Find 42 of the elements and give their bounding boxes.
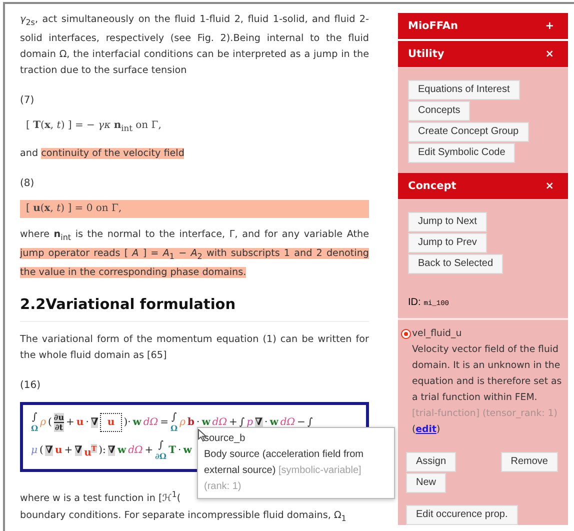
tooltip-title: source_b <box>204 432 246 446</box>
panel-button[interactable]: Equations of Interest <box>408 80 520 100</box>
paren-text: ( <box>412 424 416 435</box>
edit-occurrence-button[interactable]: Edit occurence prop. <box>406 505 518 525</box>
section-heading: 2.2Variational formulation <box>20 294 369 322</box>
panel-button[interactable]: Edit Symbolic Code <box>408 143 516 163</box>
panel-header[interactable]: Concept × <box>398 173 568 200</box>
edit-link[interactable]: edit <box>416 424 436 435</box>
paragraph-text: and continuity of the velocity field <box>20 146 186 161</box>
panel-header[interactable]: MioFFAn + <box>398 13 568 41</box>
panel-button[interactable]: Jump to Next <box>408 212 487 232</box>
equation: [ u(x, t) ] = 0 on Γ, <box>20 200 369 218</box>
concept-button[interactable]: New <box>406 473 446 493</box>
paragraph-text: where n$_{int}$ is the normal to the interface, Γ, and for any variable Athe jump operator reads [ A ] = A$_{1}$ − A$_{2}$ with subscripts 1 and 2 denoting the value in the corresponding phase domains. <box>20 228 369 280</box>
concept-button[interactable]: Assign <box>406 452 456 472</box>
paren-text: ) <box>436 424 440 435</box>
concept-description: Velocity vector field of the fluid domain. It is an unknown in the equation and is therefore set as a trial function within FEM. <box>412 343 563 405</box>
panel-button[interactable]: Back to Selected <box>408 254 504 274</box>
close-button[interactable]: × <box>545 180 554 192</box>
paragraph-text: where w is a test function in [ℋ$^{1}$( <box>20 488 181 506</box>
concept-meta: [trial-function] (tensor_rank: 1) <box>412 407 558 421</box>
close-button[interactable]: × <box>545 48 554 60</box>
concept-button[interactable]: Remove <box>500 452 558 472</box>
concept-name: vel_fluid_u <box>412 327 462 341</box>
id-label: ID: <box>408 297 421 308</box>
panel-button[interactable]: Jump to Prev <box>408 233 487 253</box>
paragraph-text: boundary conditions. For separate incompressible fluid domains, Ω$_{1}$ <box>20 508 346 525</box>
panel-button[interactable]: Concepts <box>408 101 470 121</box>
tooltip-description: Body source (acceleration field from external source) [symbolic-variable] (rank: 1) <box>204 448 365 494</box>
radio-button[interactable] <box>402 330 410 338</box>
panel-button[interactable]: Create Concept Group <box>408 122 529 142</box>
expand-button[interactable]: + <box>545 20 554 32</box>
equation: [ T(x, t) ] = − γκ n$_{int}$ on Γ, <box>25 118 162 135</box>
equation-number: (16) <box>20 380 41 392</box>
paragraph-text: γ$_{2s}$, act simultaneously on the fluid 1-fluid 2, fluid 1-solid, and fluid 2-solid interfaces, respectively (see Fig. 2).Being internal to the fluid domain Ω, the interfacial conditions can be interpreted as a jump in the traction due to the surface tension <box>20 13 369 78</box>
panel-title: Utility <box>408 48 444 60</box>
equation-number: (7) <box>20 94 34 107</box>
panel-header[interactable]: Utility × <box>398 41 568 68</box>
panel-title: MioFFAn <box>408 20 458 32</box>
equation-number: (8) <box>20 178 34 190</box>
panel-title: Concept <box>408 180 456 192</box>
paragraph-text: The variational form of the momentum equation (1) can be written for the whole fluid domain as [65] <box>20 332 369 363</box>
